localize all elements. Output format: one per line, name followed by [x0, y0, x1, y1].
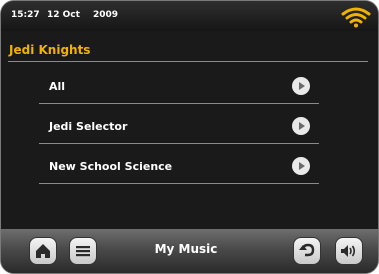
- list-item-label: All: [49, 80, 66, 93]
- status-time: 15:27: [11, 10, 40, 20]
- status-date: 12 Oct: [47, 10, 80, 20]
- play-icon[interactable]: [292, 157, 310, 175]
- play-icon[interactable]: [292, 77, 310, 95]
- title-divider: [8, 61, 368, 62]
- list-item-label: New School Science: [49, 160, 173, 173]
- home-button[interactable]: [29, 237, 57, 265]
- list-item-jedi-selector[interactable]: Jedi Selector: [39, 108, 319, 144]
- bottom-bar: My Music: [1, 229, 378, 273]
- status-year: 2009: [93, 10, 119, 20]
- wifi-icon: [341, 7, 371, 28]
- back-icon: [299, 243, 315, 257]
- play-icon[interactable]: [292, 117, 310, 135]
- status-bar: 15:27 12 Oct 2009: [1, 1, 378, 31]
- list-item-new-school-science[interactable]: New School Science: [39, 148, 319, 184]
- list-item-all[interactable]: All: [39, 68, 319, 104]
- menu-button[interactable]: [69, 237, 97, 265]
- bottom-title: My Music: [154, 242, 218, 256]
- list-divider: [39, 183, 319, 184]
- home-icon: [36, 244, 50, 258]
- list-divider: [39, 143, 319, 144]
- back-button[interactable]: [293, 237, 321, 265]
- volume-icon: [341, 245, 356, 257]
- device-screen: 15:27 12 Oct 2009 Jedi Knights All Jedi …: [0, 0, 379, 274]
- list-divider: [39, 103, 319, 104]
- menu-icon: [76, 246, 90, 257]
- list-item-label: Jedi Selector: [49, 120, 128, 133]
- volume-button[interactable]: [335, 237, 363, 265]
- page-title: Jedi Knights: [9, 43, 91, 57]
